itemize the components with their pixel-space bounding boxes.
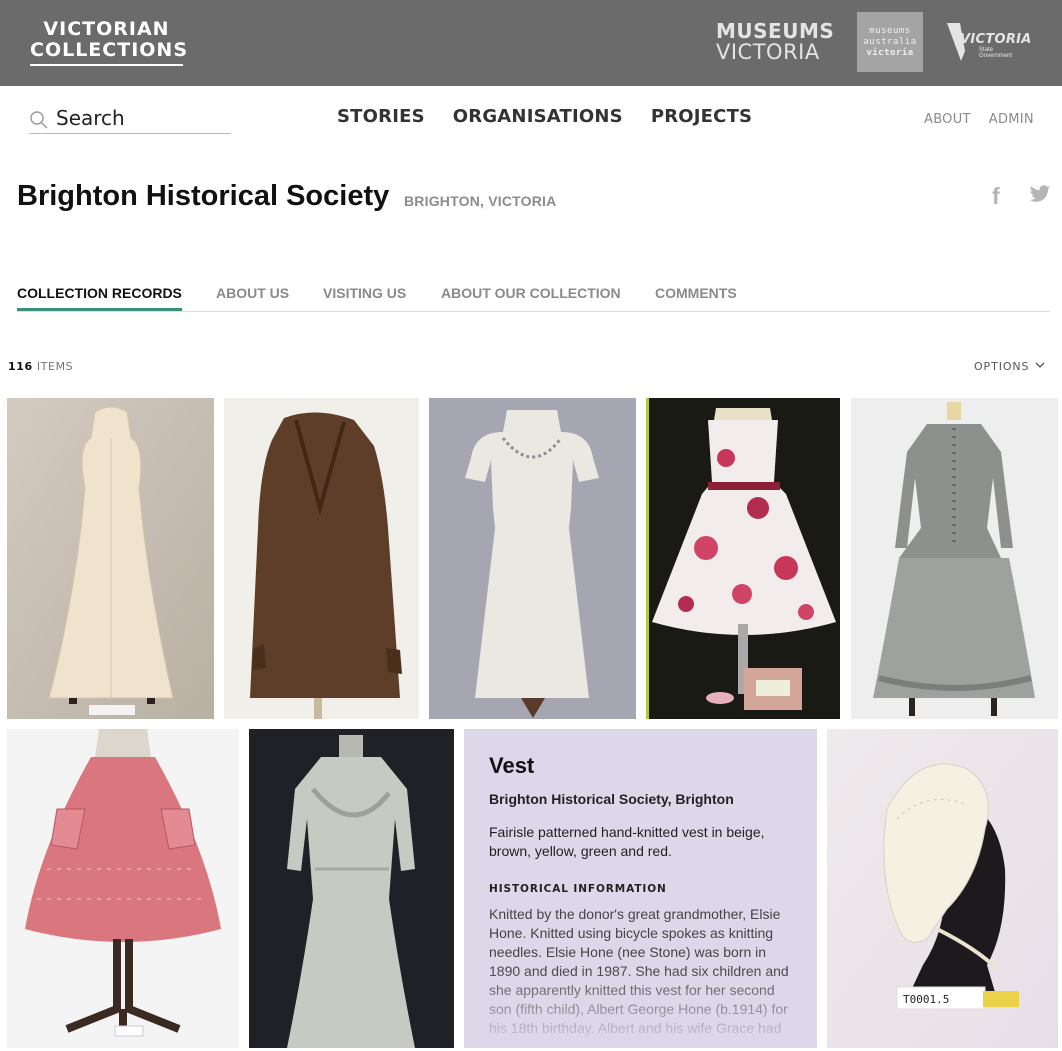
vicgov-sub: State Government — [979, 47, 1012, 59]
collection-tile-white-gown[interactable] — [429, 398, 636, 719]
search-box — [29, 104, 231, 134]
items-count-label: ITEMS — [36, 360, 74, 373]
victorian-collections-logo[interactable]: VICTORIAN COLLECTIONS — [30, 18, 187, 66]
collection-tile-cream-gown[interactable] — [7, 398, 214, 719]
nav-projects[interactable]: PROJECTS — [651, 106, 752, 127]
museums-victoria-logo[interactable]: MUSEUMS VICTORIA — [716, 21, 834, 63]
card-historical-heading: HISTORICAL INFORMATION — [489, 883, 667, 895]
secondary-nav: ABOUT ADMIN — [924, 112, 1034, 127]
card-description: Fairisle patterned hand-knitted vest in … — [489, 824, 765, 859]
collection-record-card-vest[interactable]: Vest Brighton Historical Society, Bright… — [464, 729, 817, 1048]
vicgov-sub-2: Government — [979, 53, 1013, 59]
search-input[interactable] — [56, 104, 226, 132]
card-fade-overlay — [464, 968, 817, 1048]
collection-tile-bonnet[interactable]: T0001.5 — [827, 729, 1058, 1048]
page-title: Brighton Historical Society — [17, 180, 390, 212]
collection-tile-grey-dress[interactable] — [851, 398, 1058, 719]
ma-line-3: victoria — [866, 48, 914, 58]
tab-collection-records[interactable]: COLLECTION RECORDS — [17, 285, 182, 311]
logo-line-1: VICTORIAN — [43, 18, 170, 40]
collection-tile-rose-dress[interactable] — [646, 398, 840, 719]
collection-tile-grey-gown[interactable] — [249, 729, 454, 1048]
rose-dress-image — [646, 398, 840, 719]
card-organisation: Brighton Historical Society, Brighton — [489, 791, 734, 807]
tab-bar: COLLECTION RECORDS ABOUT US VISITING US … — [17, 285, 1050, 312]
museums-victoria-line-2: VICTORIA — [716, 40, 820, 64]
museums-australia-victoria-logo[interactable]: museums australia victoria — [857, 12, 923, 72]
grey-gown-image — [249, 729, 454, 1048]
items-count-number: 116 — [8, 360, 33, 373]
organisation-location: BRIGHTON, VICTORIA — [404, 193, 557, 209]
victoria-state-government-logo[interactable]: VICTORIA State Government — [946, 21, 1031, 63]
card-title: Vest — [489, 753, 535, 778]
logo-line-2: COLLECTIONS — [30, 40, 187, 66]
museums-victoria-line-1: MUSEUMS — [716, 19, 835, 43]
facebook-icon[interactable]: f — [992, 183, 1000, 210]
white-gown-image — [429, 398, 636, 719]
ma-line-1: museums — [869, 26, 911, 36]
options-dropdown[interactable]: OPTIONS — [974, 360, 1045, 373]
tab-about-our-collection[interactable]: ABOUT OUR COLLECTION — [441, 285, 621, 308]
tab-about-us[interactable]: ABOUT US — [216, 285, 289, 308]
nav-admin[interactable]: ADMIN — [989, 112, 1034, 127]
pink-skirt-image — [7, 729, 239, 1048]
twitter-icon[interactable] — [1029, 185, 1051, 208]
bonnet-image: T0001.5 — [827, 729, 1058, 1048]
items-count: 116 ITEMS — [8, 360, 73, 373]
tab-visiting-us[interactable]: VISITING US — [323, 285, 406, 308]
nav-organisations[interactable]: ORGANISATIONS — [453, 106, 623, 127]
top-banner: VICTORIAN COLLECTIONS MUSEUMS VICTORIA m… — [0, 0, 1062, 86]
grey-dress-image — [851, 398, 1058, 719]
bonnet-tag-label: T0001.5 — [903, 993, 949, 1006]
collection-tile-fur-coat[interactable] — [224, 398, 419, 719]
chevron-down-icon — [1035, 362, 1045, 368]
ma-line-2: australia — [863, 37, 917, 47]
options-label: OPTIONS — [974, 360, 1030, 373]
cream-gown-image — [7, 398, 214, 719]
fur-coat-image — [224, 398, 419, 719]
main-nav: STORIES ORGANISATIONS PROJECTS — [337, 106, 752, 127]
collection-tile-pink-skirt[interactable] — [7, 729, 239, 1048]
nav-about[interactable]: ABOUT — [924, 112, 971, 127]
vicgov-name: VICTORIA — [960, 32, 1032, 47]
tab-comments[interactable]: COMMENTS — [655, 285, 737, 308]
search-icon — [30, 111, 48, 129]
nav-stories[interactable]: STORIES — [337, 106, 425, 127]
